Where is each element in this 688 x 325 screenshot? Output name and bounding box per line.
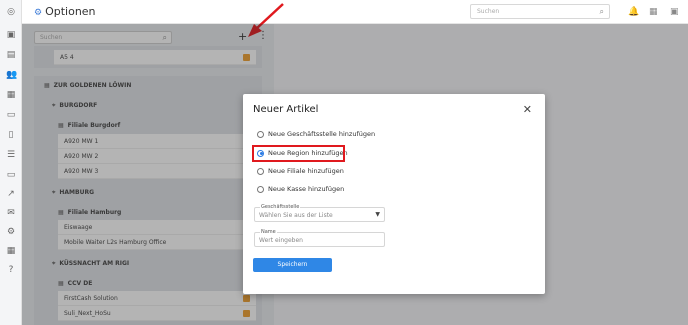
dialog-title: Neuer Artikel xyxy=(253,104,319,115)
sidebar-dashboard-icon[interactable]: ▣ xyxy=(6,30,16,40)
new-item-dialog: Neuer Artikel ✕ Neue Geschäftsstelle hin… xyxy=(243,94,545,294)
sidebar-settings-icon[interactable]: ⚙ xyxy=(6,227,16,237)
close-icon[interactable]: ✕ xyxy=(523,103,532,116)
sidebar-register-icon[interactable]: ▤ xyxy=(6,50,16,60)
name-field[interactable]: Name Wert eingeben xyxy=(254,229,385,247)
sidebar-apps-icon[interactable]: ▦ xyxy=(6,246,16,256)
sidebar-users-icon[interactable]: 👥 xyxy=(6,70,17,80)
sidebar-help-icon[interactable]: ? xyxy=(6,265,16,275)
page-title: ⚙ Optionen xyxy=(34,5,96,18)
radio-button[interactable] xyxy=(257,185,264,193)
sidebar-list-icon[interactable]: ☰ xyxy=(6,150,16,160)
sidebar-mail-icon[interactable]: ✉ xyxy=(6,208,16,218)
option-new-branch[interactable]: Neue Filiale hinzufügen xyxy=(257,167,344,175)
sidebar-scan-icon[interactable]: ◎ xyxy=(6,7,16,17)
chevron-down-icon: ▼ xyxy=(375,211,380,218)
radio-button[interactable] xyxy=(257,167,264,175)
sidebar-document-icon[interactable]: ▯ xyxy=(6,130,16,140)
sidebar-monitor-icon[interactable]: ▭ xyxy=(6,170,16,180)
store-icon[interactable]: ▣ xyxy=(670,7,679,17)
option-new-register[interactable]: Neue Kasse hinzufügen xyxy=(257,185,344,193)
gear-icon: ⚙ xyxy=(34,8,43,18)
icon-rail: ◎ ▣ ▤ 👥 ▦ ▭ ▯ ☰ ▭ ↗ ✉ ⚙ ▦ ? xyxy=(0,0,22,325)
sidebar-chart-icon[interactable]: ↗ xyxy=(6,189,16,199)
radio-button[interactable] xyxy=(257,130,264,138)
search-icon: ⌕ xyxy=(599,7,604,16)
top-bar: ⚙ Optionen Suchen ⌕ 🔔 ▦ ▣ xyxy=(22,0,688,24)
save-button[interactable]: Speichern xyxy=(253,258,332,272)
sidebar-card-icon[interactable]: ▭ xyxy=(6,110,16,120)
sidebar-box-icon[interactable]: ▦ xyxy=(6,90,16,100)
bell-icon[interactable]: 🔔 xyxy=(628,7,639,17)
option-new-office[interactable]: Neue Geschäftsstelle hinzufügen xyxy=(257,130,375,138)
highlight-box xyxy=(252,145,345,162)
office-select[interactable]: Geschäftsstelle Wählen Sie aus der Liste… xyxy=(254,204,385,222)
apps-grid-icon[interactable]: ▦ xyxy=(649,7,658,17)
global-search-input[interactable]: Suchen ⌕ xyxy=(470,4,610,19)
